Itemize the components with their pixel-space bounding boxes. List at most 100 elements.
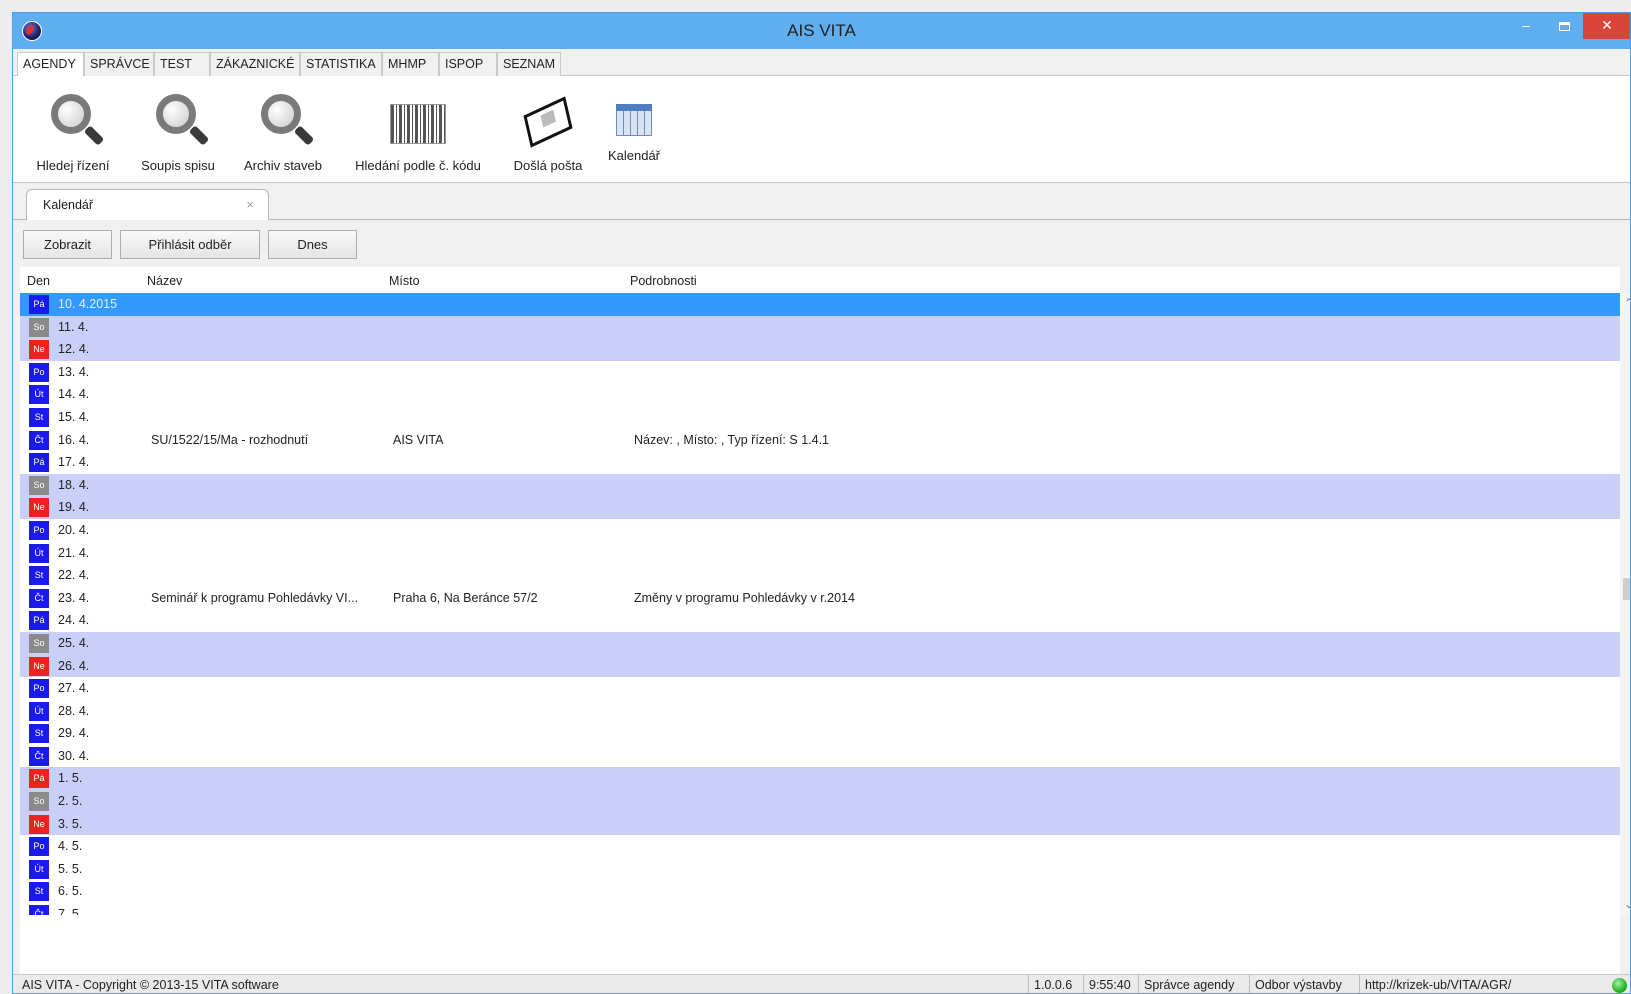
weekday-badge: So [29,633,49,653]
table-row[interactable]: Ne 3. 5. [20,812,1626,836]
table-row[interactable]: So 2. 5. [20,790,1626,813]
status-time: 9:55:40 [1083,975,1136,993]
day-cell: 4. 5. [58,839,83,854]
ribbon-tab-seznam[interactable]: SEZNAM [497,52,561,76]
table-row[interactable]: Po 20. 4. [20,519,1626,542]
file-list-button[interactable]: Soupis spisu [128,76,228,176]
ribbon-tab-zakaznicke[interactable]: ZÁKAZNICKÉ [210,52,300,76]
calendar-toolbar: Zobrazit Přihlásit odběr Dnes [13,220,1630,267]
weekday-badge: Pá [29,769,49,789]
tab-kalendar[interactable]: Kalendář × [26,189,269,221]
table-row[interactable]: Pá 10. 4.2015 [20,293,1626,316]
scroll-thumb[interactable] [1623,578,1630,600]
title-bar[interactable]: AIS VITA – ✕ [13,13,1630,49]
table-row[interactable]: St 6. 5. [20,880,1626,903]
weekday-badge: Čt [29,588,49,608]
table-row[interactable]: Po 4. 5. [20,835,1626,858]
column-header-day[interactable]: Den [27,274,50,288]
magnifier-icon [261,94,301,134]
weekday-badge: St [29,882,49,902]
table-row[interactable]: Pá 1. 5. [20,767,1626,791]
status-bar: AIS VITA - Copyright © 2013-15 VITA soft… [13,974,1630,993]
table-row[interactable]: Po 27. 4. [20,677,1626,700]
table-row[interactable]: Út 21. 4. [20,542,1626,565]
scroll-down-icon[interactable]: ⌄ [1623,897,1630,911]
close-tab-icon[interactable]: × [246,190,254,220]
close-button[interactable]: ✕ [1583,13,1630,39]
scroll-up-icon[interactable]: ⌃ [1623,296,1630,310]
table-row[interactable]: St 15. 4. [20,406,1626,429]
ribbon-tab-ispop[interactable]: ISPOP [439,52,497,76]
table-row[interactable]: So 18. 4. [20,473,1626,497]
minimize-button[interactable]: – [1507,13,1545,39]
table-row[interactable]: Ne 12. 4. [20,338,1626,361]
table-row[interactable]: St 22. 4. [20,564,1626,587]
column-header-place[interactable]: Místo [389,274,420,288]
name-cell: Seminář k programu Pohledávky VI... [151,590,359,605]
weekday-badge: Pá [29,453,49,473]
table-row[interactable]: Čt 7. 5. [20,903,1626,915]
table-row[interactable]: So 25. 4. [20,631,1626,655]
calendar-grid: Den Název Místo Podrobnosti Pá 10. 4.2015… [20,267,1630,974]
ribbon-tab-agendy[interactable]: AGENDY [17,52,84,77]
building-archive-button[interactable]: Archiv staveb [233,76,333,176]
weekday-badge: So [29,317,49,337]
name-cell: SU/1522/15/Ma - rozhodnutí [151,432,309,447]
table-row[interactable]: Út 14. 4. [20,383,1626,406]
day-cell: 17. 4. [58,455,90,470]
ribbon-button-label: Soupis spisu [141,158,215,173]
ribbon-tab-test[interactable]: TEST [154,52,210,76]
table-row[interactable]: So 11. 4. [20,315,1626,339]
grid-body: Pá 10. 4.2015 So 11. 4. Ne 12. 4. Po 13. 4. Út 14… [20,293,1626,915]
grid-header: Den Název Místo Podrobnosti [20,267,1620,293]
day-cell: 2. 5. [58,794,83,809]
maximize-button[interactable] [1545,13,1583,39]
table-row[interactable]: Út 5. 5. [20,858,1626,881]
table-row[interactable]: Po 13. 4. [20,361,1626,384]
day-cell: 19. 4. [58,500,90,515]
connection-status-icon [1612,978,1627,993]
column-header-name[interactable]: Název [147,274,182,288]
status-role: Správce agendy [1138,975,1239,993]
day-cell: 28. 4. [58,703,90,718]
app-window: AIS VITA – ✕ AGENDY SPRÁVCE TEST ZÁKAZNI… [12,12,1631,994]
today-button[interactable]: Dnes [268,230,357,259]
ribbon-button-label: Kalendář [607,148,661,163]
weekday-badge: Út [29,701,49,721]
calendar-button[interactable]: Kalendář [599,76,669,176]
calendar-icon [616,104,652,136]
table-row[interactable]: Pá 24. 4. [20,609,1626,632]
document-tab-strip: Kalendář × [13,183,1630,221]
ribbon-tab-statistika[interactable]: STATISTIKA [300,52,382,76]
table-row[interactable]: Pá 17. 4. [20,451,1626,474]
show-button[interactable]: Zobrazit [23,230,112,259]
weekday-badge: Čt [29,430,49,450]
details-cell: Název: , Místo: , Typ řízení: S 1.4.1 [634,432,829,447]
table-row[interactable]: Čt 16. 4. SU/1522/15/Ma - rozhodnutí AIS VI… [20,429,1626,452]
table-row[interactable]: Čt 23. 4. Seminář k programu Pohledávky VI… [20,587,1626,610]
weekday-badge: Ne [29,814,49,834]
ribbon-tab-mhmp[interactable]: MHMP [382,52,439,76]
vertical-scrollbar[interactable]: ⌃ ⌄ [1620,293,1630,915]
ribbon-button-label: Archiv staveb [243,158,323,173]
barcode-icon [390,104,446,144]
table-row[interactable]: Út 28. 4. [20,700,1626,723]
ribbon-tab-spravce[interactable]: SPRÁVCE [84,52,154,76]
search-proceedings-button[interactable]: Hledej řízení [23,76,123,176]
envelope-icon [523,96,573,148]
barcode-search-button[interactable]: Hledání podle č. kódu [343,76,493,176]
column-header-details[interactable]: Podrobnosti [630,274,697,288]
table-row[interactable]: St 29. 4. [20,722,1626,745]
incoming-mail-button[interactable]: Došlá pošta [503,76,593,176]
weekday-badge: Po [29,362,49,382]
table-row[interactable]: Ne 19. 4. [20,496,1626,519]
day-cell: 16. 4. [58,432,90,447]
subscribe-button[interactable]: Přihlásit odběr [120,230,260,259]
status-version: 1.0.0.6 [1028,975,1077,993]
weekday-badge: Út [29,859,49,879]
day-cell: 25. 4. [58,635,90,650]
table-row[interactable]: Ne 26. 4. [20,654,1626,678]
weekday-badge: So [29,792,49,812]
day-cell: 15. 4. [58,409,90,424]
table-row[interactable]: Čt 30. 4. [20,745,1626,768]
